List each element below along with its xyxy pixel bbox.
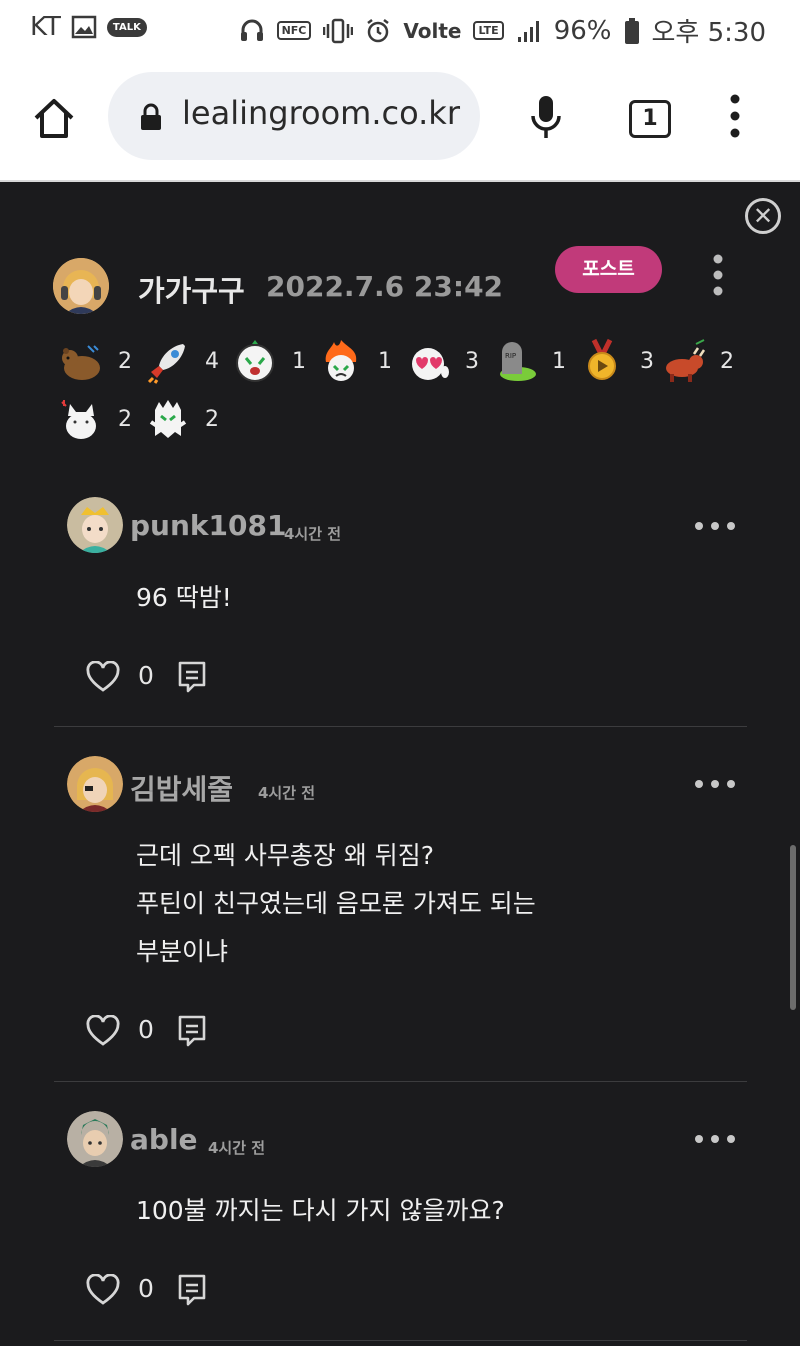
comment-avatar[interactable] [67,756,123,812]
reply-icon[interactable] [177,660,207,694]
comment-line: 96 딱밤! [136,583,232,612]
browser-menu-icon[interactable] [730,94,740,138]
signal-icon [517,20,539,42]
url-text: lealingroom.co.kr [182,94,460,132]
microphone-icon[interactable] [528,94,564,142]
comment-line: 근데 오펙 사무총장 왜 뒤짐? [136,841,435,870]
reaction-rocket[interactable]: 4 [145,338,219,384]
reaction-rip[interactable]: RIP 1 [492,338,566,384]
comment-more-icon[interactable] [694,521,736,531]
url-bar[interactable]: lealingroom.co.kr [108,72,480,160]
battery-percent: 96% [553,15,612,46]
gallery-icon [71,15,97,39]
white-ghost-icon [149,400,187,438]
post-tag-badge[interactable]: 포스트 [555,246,662,293]
reaction-count: 1 [378,348,392,374]
divider [54,1340,747,1341]
rip-tombstone-icon: RIP [500,342,536,381]
divider [54,1081,747,1082]
volte-icon: Volte [403,18,462,43]
headset-icon [240,19,263,41]
reaction-bear[interactable]: 2 [58,338,132,384]
reaction-count: 2 [118,348,132,374]
vibrate-icon [323,18,354,43]
status-bar: KT TALK NFC Volte LTE 96% 오후 5:30 [0,0,800,58]
comment-body: 근데 오펙 사무총장 왜 뒤짐? 푸틴이 친구였는데 음모론 가져도 되는 부분… [136,832,536,976]
bull-icon [666,339,706,382]
heart-icon[interactable] [86,1015,120,1047]
comment-time: 4시간 전 [284,525,342,543]
comment-avatar[interactable] [67,1111,123,1167]
comment-line: 100불 까지는 다시 가지 않을까요? [136,1196,505,1225]
like-count: 0 [138,1274,154,1303]
post-more-icon[interactable] [713,254,723,296]
nfc-icon: NFC [276,21,312,40]
bear-icon [62,345,100,380]
battery-icon [624,17,639,44]
reaction-count: 3 [465,348,479,374]
reaction-bull[interactable]: 2 [660,338,734,384]
reaction-medal[interactable]: 3 [580,338,654,384]
author-avatar[interactable] [53,258,109,314]
reaction-count: 2 [118,406,132,432]
lock-icon [141,103,161,130]
comment-time: 4시간 전 [208,1139,266,1157]
reaction-heart-eyes[interactable]: 3 [405,338,479,384]
close-icon[interactable]: ✕ [745,198,781,234]
reaction-cat[interactable]: 2 [58,396,132,442]
reaction-count: 2 [205,406,219,432]
comment-avatar[interactable] [67,497,123,553]
reaction-crying[interactable]: 1 [232,338,306,384]
home-icon[interactable] [30,94,78,142]
kakaotalk-icon: TALK [106,17,147,37]
post-author[interactable]: 가가구구 [138,268,245,310]
heart-icon[interactable] [86,661,120,693]
alarm-icon [367,18,390,42]
comment-username[interactable]: 김밥세줄 [130,768,233,808]
comment-username[interactable]: punk1081 [130,509,286,542]
reply-icon[interactable] [177,1014,207,1048]
crying-face-icon [236,340,274,382]
comment-more-icon[interactable] [694,1134,736,1144]
like-count: 0 [138,661,154,690]
reaction-count: 4 [205,348,219,374]
gold-medal-icon [588,338,616,380]
clock: 오후 5:30 [651,18,767,48]
fire-face-icon [325,340,357,381]
reaction-fire[interactable]: 1 [318,338,392,384]
white-cat-icon [61,400,96,439]
reaction-count: 2 [720,348,734,374]
reaction-count: 1 [552,348,566,374]
svg-text:RIP: RIP [505,352,516,360]
comment-username[interactable]: able [130,1123,198,1156]
comment-more-icon[interactable] [694,779,736,789]
rocket-icon [147,344,185,384]
reaction-count: 1 [292,348,306,374]
browser-toolbar: lealingroom.co.kr 1 [0,58,800,182]
comment-time: 4시간 전 [258,784,316,802]
comment-line: 부분이냐 [136,937,229,966]
heart-eyes-icon [412,348,449,380]
comment-line: 푸틴이 친구였는데 음모론 가져도 되는 [136,889,536,918]
like-count: 0 [138,1015,154,1044]
heart-icon[interactable] [86,1274,120,1306]
scrollbar[interactable] [790,845,796,1010]
comment-body: 96 딱밤! [136,574,232,622]
lte-icon: LTE [473,21,504,40]
reaction-count: 3 [640,348,654,374]
carrier-label: KT [30,12,61,42]
comment-body: 100불 까지는 다시 가지 않을까요? [136,1187,505,1235]
divider [54,726,747,727]
tab-switcher-button[interactable]: 1 [629,100,671,138]
reaction-ghost[interactable]: 2 [145,396,219,442]
post-date: 2022.7.6 23:42 [266,270,504,303]
reply-icon[interactable] [177,1273,207,1307]
